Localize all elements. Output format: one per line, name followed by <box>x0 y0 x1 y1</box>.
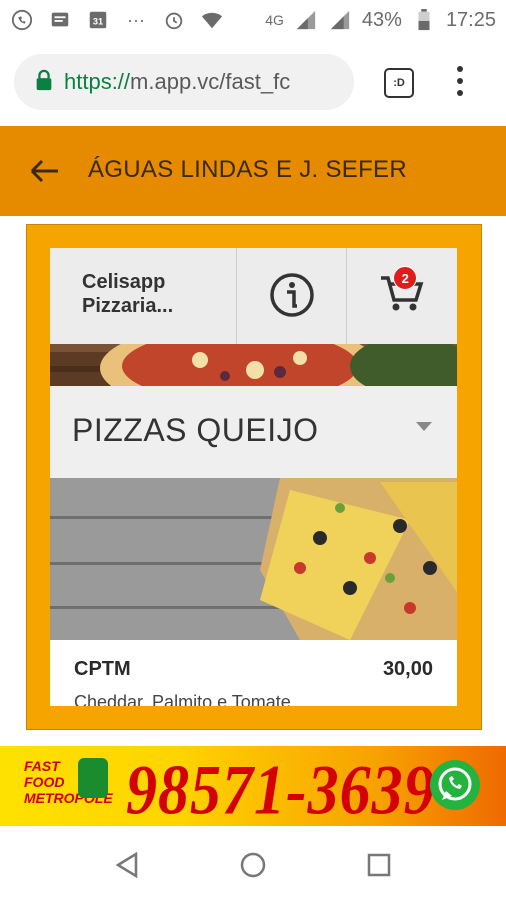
status-notifications: 31 ··· <box>10 8 224 32</box>
signal-icon <box>328 8 352 32</box>
back-icon[interactable] <box>112 850 142 880</box>
category-selector[interactable]: PIZZAS QUEIJO <box>50 386 457 478</box>
battery-icon <box>412 8 436 32</box>
overflow-menu-icon[interactable] <box>452 66 468 96</box>
wifi-icon <box>200 8 224 32</box>
cart-button[interactable]: 2 <box>347 248 457 344</box>
lock-icon <box>34 69 54 96</box>
whatsapp-icon[interactable] <box>428 758 482 812</box>
recents-icon[interactable] <box>364 850 394 880</box>
shop-name-line1: Celisapp <box>82 271 166 293</box>
alarm-icon <box>162 8 186 32</box>
info-button[interactable] <box>237 248 348 344</box>
browser-toolbar: https://m.app.vc/fast_fc :D <box>0 40 506 126</box>
shop-name-cell: Celisapp Pizzaria... <box>50 248 237 344</box>
url-text: https://m.app.vc/fast_fc <box>64 69 336 95</box>
shop-toolbar: Celisapp Pizzaria... 2 <box>50 248 457 344</box>
clock: 17:25 <box>445 8 496 31</box>
ad-banner[interactable]: FAST FOOD METROPOLE 98571-3639 <box>0 746 506 826</box>
more-icon: ··· <box>127 9 145 30</box>
dropdown-caret-icon <box>416 422 432 431</box>
phone-number: 98571-3639 <box>126 751 436 826</box>
message-icon <box>48 8 72 32</box>
product-description: Cheddar, Palmito e Tomate <box>74 692 291 706</box>
tabs-button[interactable]: :D <box>384 68 414 98</box>
home-icon[interactable] <box>238 850 268 880</box>
product-image[interactable] <box>50 478 457 640</box>
menu-card: Celisapp Pizzaria... 2 PIZZAS QUEIJO CPT… <box>50 248 457 706</box>
product-item[interactable]: CPTM 30,00 Cheddar, Palmito e Tomate <box>50 640 457 706</box>
status-bar: 31 ··· 4G 43% 17:25 <box>0 0 506 40</box>
calendar-icon: 31 <box>86 8 110 32</box>
shop-name-line2: Pizzaria... <box>82 295 174 317</box>
status-system: 4G 43% 17:25 <box>265 8 496 32</box>
network-type: 4G <box>265 12 284 28</box>
calendar-day: 31 <box>93 17 103 27</box>
pizza-product-image <box>50 478 457 640</box>
back-arrow-icon[interactable] <box>28 156 62 186</box>
url-path: m.app.vc/fast_fc <box>130 69 291 94</box>
page-title: ÁGUAS LINDAS E J. SEFER <box>88 156 407 183</box>
info-icon <box>269 273 314 317</box>
whatsapp-icon <box>10 8 34 32</box>
shop-header: Celisapp Pizzaria... 2 <box>50 248 457 386</box>
signal-icon <box>294 8 318 32</box>
product-price: 30,00 <box>382 658 433 680</box>
shop-name: Celisapp Pizzaria... <box>82 270 173 318</box>
category-label: PIZZAS QUEIJO <box>72 412 319 448</box>
address-bar[interactable]: https://m.app.vc/fast_fc <box>14 54 354 110</box>
app-bar: ÁGUAS LINDAS E J. SEFER <box>0 126 506 216</box>
url-scheme: https:// <box>64 69 131 94</box>
product-name: CPTM <box>74 658 131 680</box>
system-nav-bar <box>0 826 506 900</box>
brand-logo-icon <box>78 758 108 798</box>
battery-level: 43% <box>361 8 402 31</box>
